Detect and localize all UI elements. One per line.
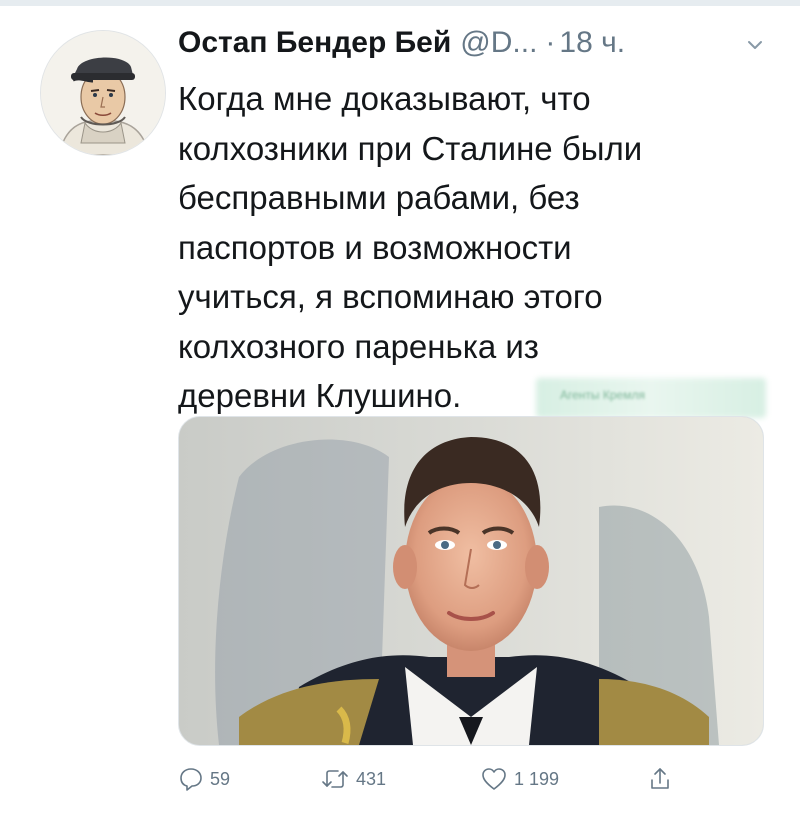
reply-button[interactable]: 59 <box>178 762 230 796</box>
tweet-media-photo[interactable] <box>178 416 764 746</box>
tweet-text-line: колхозники при Сталине были <box>178 129 643 167</box>
like-count: 1 199 <box>514 768 560 789</box>
retweet-icon <box>322 770 348 788</box>
tweet-text: Когда мне доказывают, что колхозники при… <box>178 74 768 421</box>
avatar[interactable] <box>40 30 166 156</box>
tweet-text-line: учиться, я вспоминаю этого <box>178 278 603 315</box>
tweet-timestamp[interactable]: 18 ч. <box>559 26 625 60</box>
tweet-text-line: бесправными рабами, без <box>178 179 580 216</box>
tweet-actions: 59 431 1 199 <box>178 762 698 796</box>
tweet-text-line: паспортов и возможности <box>178 228 572 266</box>
tweet-menu-button[interactable] <box>745 38 765 52</box>
reply-count: 59 <box>210 768 231 789</box>
tweet-header: Остап Бендер Бей @D... · 18 ч. <box>178 26 625 66</box>
watermark-text: Агенты Кремля <box>560 388 645 402</box>
share-icon <box>651 768 669 789</box>
retweet-button[interactable]: 431 <box>320 762 386 796</box>
reply-icon <box>180 768 202 791</box>
tweet-text-line: Когда мне доказывают, что <box>178 80 591 117</box>
top-divider <box>0 0 800 6</box>
header-separator: · <box>545 26 556 59</box>
share-button[interactable] <box>648 762 672 796</box>
chevron-down-icon <box>748 41 762 49</box>
tweet-text-line: колхозного паренька из <box>178 327 539 365</box>
author-display-name[interactable]: Остап Бендер Бей <box>178 26 451 60</box>
portrait-photo <box>179 417 763 745</box>
like-button[interactable]: 1 199 <box>480 762 559 796</box>
heart-icon <box>482 768 506 790</box>
retweet-count: 431 <box>356 768 387 789</box>
avatar-portrait <box>41 31 165 155</box>
author-handle[interactable]: @D... <box>460 26 537 60</box>
